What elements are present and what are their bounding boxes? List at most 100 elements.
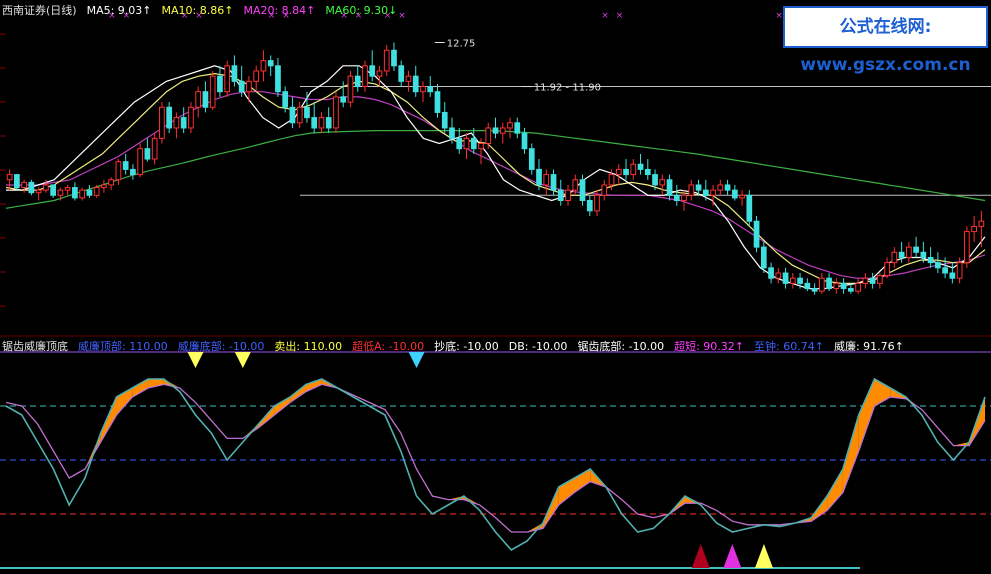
- candle-up: [405, 75, 412, 82]
- signal-mark: ×: [775, 11, 783, 21]
- candle-down: [637, 163, 644, 170]
- candle-up: [21, 181, 27, 189]
- candle-up: [173, 117, 180, 129]
- candle-up: [383, 49, 390, 72]
- candle-down: [949, 272, 956, 279]
- candle-up: [601, 184, 608, 196]
- bottom-marker: [723, 544, 742, 568]
- candle-down: [325, 117, 332, 129]
- candle-up: [478, 143, 484, 150]
- candle-down: [521, 132, 528, 150]
- candle-up: [543, 174, 550, 186]
- legend-item: 卖出: 110.00: [274, 340, 343, 353]
- candle-up: [253, 70, 260, 82]
- candle-down: [354, 75, 361, 88]
- candle-down: [731, 189, 738, 199]
- candle-down: [282, 91, 289, 108]
- candle-up: [93, 187, 100, 196]
- candle-down: [122, 161, 129, 170]
- candle-down: [797, 277, 803, 284]
- candle-up: [710, 189, 716, 196]
- top-marker: [234, 352, 251, 368]
- candle-down: [492, 127, 499, 134]
- candle-up: [260, 60, 267, 72]
- candle-up: [833, 282, 840, 290]
- candle-down: [441, 111, 448, 129]
- candle-up: [507, 122, 513, 129]
- candle-up: [499, 127, 506, 134]
- candle-down: [514, 122, 521, 134]
- candle-up: [57, 189, 64, 196]
- candle-up: [151, 137, 158, 160]
- candle-down: [311, 117, 318, 129]
- candle-up: [630, 163, 637, 176]
- legend-item: 超短: 90.32↑: [674, 340, 745, 353]
- candle-down: [28, 181, 35, 194]
- candle-down: [217, 75, 223, 93]
- candle-down: [623, 168, 629, 176]
- legend-item: MA20: 8.84↑: [243, 4, 316, 17]
- candle-up: [789, 277, 796, 284]
- candle-down: [456, 137, 463, 150]
- fill-band: [842, 415, 859, 493]
- candle-down: [72, 187, 78, 199]
- candle-down: [166, 106, 173, 129]
- candle-up: [964, 231, 970, 264]
- candle-up: [6, 174, 13, 181]
- candle-up: [978, 220, 985, 227]
- candle-up: [739, 194, 745, 199]
- fill-band: [574, 469, 591, 493]
- candle-down: [840, 282, 847, 290]
- candle-down: [470, 137, 477, 150]
- annotation-label: 12.75: [447, 38, 476, 49]
- legend-item: MA5: 9.03↑: [86, 4, 152, 17]
- candle-down: [536, 168, 542, 186]
- watermark: 公式在线网: www.gszx.com.cn: [783, 6, 988, 75]
- candle-down: [14, 174, 20, 189]
- candle-up: [159, 106, 165, 139]
- ma10-line: [5, 72, 986, 284]
- candle-down: [412, 75, 419, 93]
- chart-stage: 12.7511.92 - 11.909.83 - 9.807.88×××××××…: [0, 0, 991, 574]
- candle-down: [398, 65, 405, 82]
- candle-up: [884, 262, 890, 277]
- candle-up: [956, 262, 963, 279]
- candle-down: [898, 251, 905, 258]
- annotation-label: 11.92 - 11.90: [534, 83, 601, 94]
- candle-up: [862, 277, 869, 284]
- bottom-marker: [691, 544, 710, 568]
- candle-up: [681, 194, 687, 201]
- legend-item: 威廉顶部: 110.00: [78, 340, 168, 353]
- candle-down: [927, 256, 934, 264]
- candle-up: [318, 117, 325, 129]
- candle-up: [688, 184, 695, 196]
- fill-band: [827, 469, 843, 511]
- candle-up: [101, 184, 107, 189]
- candle-down: [724, 184, 731, 191]
- candle-down: [340, 96, 347, 103]
- candle-down: [369, 65, 376, 77]
- legend-item: 抄底: -10.00: [434, 340, 499, 353]
- candle-down: [528, 148, 535, 170]
- candle-up: [195, 91, 202, 108]
- candle-down: [804, 282, 811, 290]
- candle-down: [130, 168, 136, 176]
- candle-down: [666, 179, 673, 196]
- candle-down: [760, 246, 767, 269]
- legend-item: 威廉底部: -10.00: [177, 340, 265, 353]
- candle-down: [579, 179, 586, 201]
- top-marker: [187, 352, 204, 368]
- candle-down: [913, 246, 919, 253]
- candle-down: [550, 174, 557, 191]
- candle-up: [659, 179, 666, 186]
- signal-mark: ×: [616, 11, 624, 21]
- candle-up: [115, 161, 122, 181]
- chart-svg: 12.7511.92 - 11.909.83 - 9.807.88×××××××…: [0, 11, 991, 569]
- candle-up: [35, 189, 42, 194]
- legend-title: 西南证券(日线): [2, 4, 77, 17]
- candle-down: [782, 272, 789, 284]
- candle-down: [231, 65, 238, 82]
- candle-up: [79, 189, 86, 199]
- candle-down: [427, 86, 434, 93]
- candle-up: [608, 174, 615, 186]
